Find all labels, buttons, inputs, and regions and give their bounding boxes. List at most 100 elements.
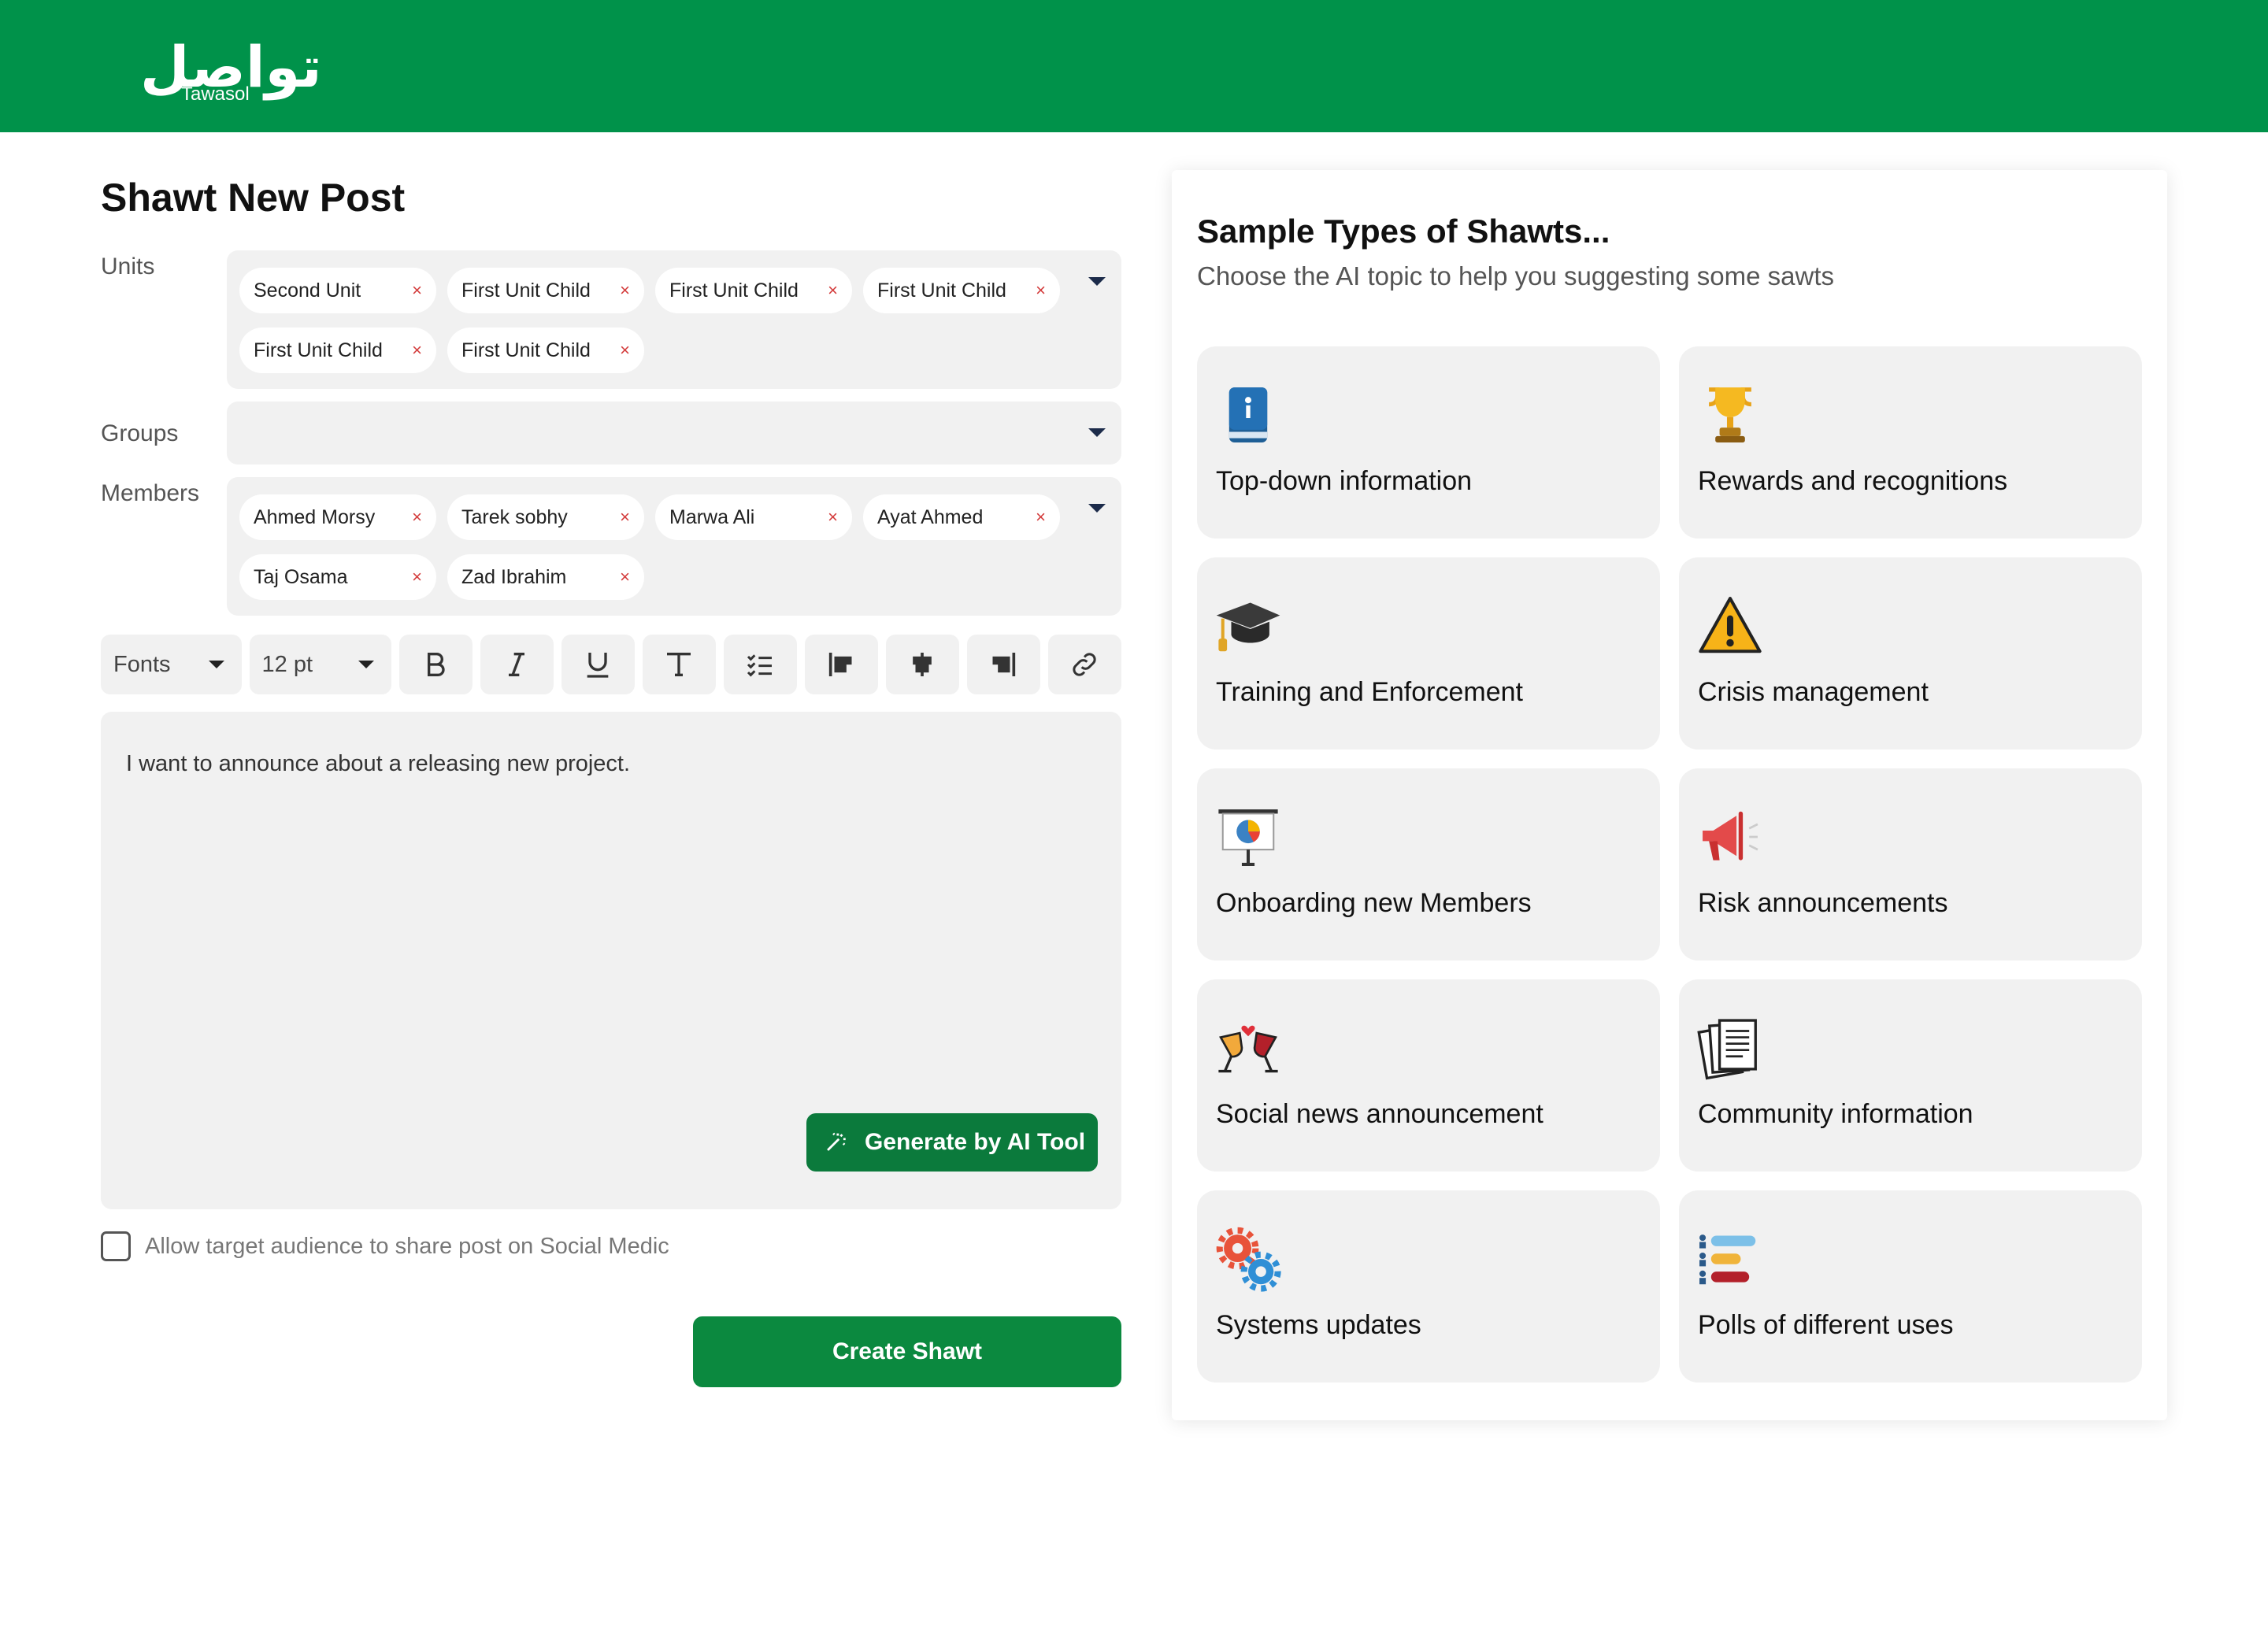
members-chip-list: Ahmed Morsy × Tarek sobhy × Marwa Ali × Aya… <box>239 494 1074 600</box>
sample-card-crisis-management[interactable]: Crisis management <box>1679 557 2142 750</box>
sample-card-training-and-enforcement[interactable]: Training and Enforcement <box>1197 557 1660 750</box>
chip-label: First Unit Child <box>669 279 799 302</box>
graduation-cap-icon <box>1214 592 1282 660</box>
unit-chip[interactable]: First Unit Child × <box>239 328 436 373</box>
sample-card-polls-of-different-uses[interactable]: Polls of different uses <box>1679 1190 2142 1383</box>
font-size-select[interactable]: 12 pt <box>249 635 391 694</box>
card-label: Polls of different uses <box>1698 1310 1954 1340</box>
align-right-button[interactable] <box>966 635 1040 694</box>
remove-chip-icon[interactable]: × <box>412 567 422 587</box>
member-chip[interactable]: Ayat Ahmed × <box>863 494 1060 540</box>
unit-chip[interactable]: Second Unit × <box>239 268 436 313</box>
remove-chip-icon[interactable]: × <box>412 507 422 527</box>
sample-card-social-news-announcement[interactable]: Social news announcement <box>1197 979 1660 1172</box>
link-button[interactable] <box>1047 635 1121 694</box>
sample-card-systems-updates[interactable]: Systems updates <box>1197 1190 1660 1383</box>
member-chip[interactable]: Marwa Ali × <box>655 494 852 540</box>
remove-chip-icon[interactable]: × <box>620 567 630 587</box>
editor-content[interactable]: I want to announce about a releasing new… <box>126 751 630 777</box>
bold-icon <box>428 653 446 676</box>
generate-ai-label: Generate by AI Tool <box>865 1129 1086 1155</box>
panel-title: Sample Types of Shawts... <box>1197 213 1610 250</box>
text-format-button[interactable] <box>642 635 716 694</box>
card-label: Crisis management <box>1698 677 1929 707</box>
members-label: Members <box>101 480 200 506</box>
remove-chip-icon[interactable]: × <box>620 340 630 361</box>
remove-chip-icon[interactable]: × <box>620 280 630 301</box>
member-chip[interactable]: Ahmed Morsy × <box>239 494 436 540</box>
italic-button[interactable] <box>480 635 554 694</box>
card-label: Social news announcement <box>1216 1099 1544 1129</box>
panel-subtitle: Choose the AI topic to help you suggesti… <box>1197 261 1834 291</box>
bold-button[interactable] <box>398 635 472 694</box>
member-chip[interactable]: Taj Osama × <box>239 554 436 600</box>
members-multiselect[interactable]: Ahmed Morsy × Tarek sobhy × Marwa Ali × Aya… <box>227 477 1121 616</box>
font-family-select[interactable]: Fonts <box>101 635 242 694</box>
presentation-board-icon <box>1214 803 1282 871</box>
member-chip[interactable]: Tarek sobhy × <box>447 494 644 540</box>
chevron-down-icon[interactable] <box>1088 504 1106 513</box>
page-title: Shawt New Post <box>101 176 406 220</box>
remove-chip-icon[interactable]: × <box>1036 280 1046 301</box>
text-format-icon <box>667 653 691 676</box>
member-chip[interactable]: Zad Ibrahim × <box>447 554 644 600</box>
chip-label: Zad Ibrahim <box>461 565 567 588</box>
remove-chip-icon[interactable]: × <box>1036 507 1046 527</box>
align-left-button[interactable] <box>804 635 878 694</box>
groups-label: Groups <box>101 420 179 446</box>
create-shawt-button[interactable]: Create Shawt <box>693 1316 1121 1387</box>
tawasol-logo[interactable]: تواصل Tawasol <box>140 31 322 110</box>
sample-card-community-information[interactable]: Community information <box>1679 979 2142 1172</box>
share-checkbox[interactable] <box>101 1231 131 1261</box>
remove-chip-icon[interactable]: × <box>620 507 630 527</box>
align-center-icon <box>913 653 932 676</box>
caret-down-icon <box>208 661 224 668</box>
generate-ai-button[interactable]: Generate by AI Tool <box>806 1113 1098 1172</box>
editor-toolbar: Fonts 12 pt <box>101 635 1121 694</box>
underline-icon <box>587 653 609 678</box>
poll-bars-icon <box>1696 1225 1764 1293</box>
sample-card-risk-announcements[interactable]: Risk announcements <box>1679 768 2142 961</box>
post-editor[interactable]: I want to announce about a releasing new… <box>101 712 1121 1209</box>
gears-icon <box>1214 1225 1282 1293</box>
units-label: Units <box>101 254 155 279</box>
sample-card-rewards-and-recognitions[interactable]: Rewards and recognitions <box>1679 346 2142 539</box>
chevron-down-icon[interactable] <box>1088 428 1106 437</box>
groups-multiselect[interactable] <box>227 402 1121 465</box>
share-checkbox-label: Allow target audience to share post on S… <box>145 1233 669 1259</box>
remove-chip-icon[interactable]: × <box>828 280 838 301</box>
logo-english-text: Tawasol <box>181 83 250 105</box>
align-center-button[interactable] <box>885 635 959 694</box>
sample-type-grid: Top-down information Rewards and recogni… <box>1197 346 2142 1383</box>
sample-types-panel: Sample Types of Shawts... Choose the AI … <box>1172 170 2167 1420</box>
card-label: Rewards and recognitions <box>1698 466 2008 496</box>
units-multiselect[interactable]: Second Unit × First Unit Child × First Uni… <box>227 250 1121 389</box>
sample-card-onboarding-new-members[interactable]: Onboarding new Members <box>1197 768 1660 961</box>
link-icon <box>1073 653 1097 676</box>
sample-card-top-down-information[interactable]: Top-down information <box>1197 346 1660 539</box>
chip-label: Ayat Ahmed <box>877 505 984 528</box>
chip-label: Tarek sobhy <box>461 505 568 528</box>
align-right-icon <box>992 653 1016 676</box>
chip-label: Second Unit <box>254 279 361 302</box>
chip-label: Taj Osama <box>254 565 348 588</box>
checklist-button[interactable] <box>723 635 797 694</box>
underline-button[interactable] <box>561 635 635 694</box>
unit-chip[interactable]: First Unit Child × <box>655 268 852 313</box>
remove-chip-icon[interactable]: × <box>412 340 422 361</box>
card-label: Top-down information <box>1216 466 1473 496</box>
card-label: Community information <box>1698 1099 1973 1129</box>
remove-chip-icon[interactable]: × <box>412 280 422 301</box>
unit-chip[interactable]: First Unit Child × <box>447 328 644 373</box>
trophy-icon <box>1696 381 1764 449</box>
chip-label: Marwa Ali <box>669 505 755 528</box>
remove-chip-icon[interactable]: × <box>828 507 838 527</box>
unit-chip[interactable]: First Unit Child × <box>863 268 1060 313</box>
chip-label: Ahmed Morsy <box>254 505 376 528</box>
chip-label: First Unit Child <box>461 339 591 361</box>
card-label: Risk announcements <box>1698 888 1948 918</box>
unit-chip[interactable]: First Unit Child × <box>447 268 644 313</box>
caret-down-icon <box>358 661 374 668</box>
chevron-down-icon[interactable] <box>1088 277 1106 286</box>
chip-label: First Unit Child <box>461 279 591 302</box>
